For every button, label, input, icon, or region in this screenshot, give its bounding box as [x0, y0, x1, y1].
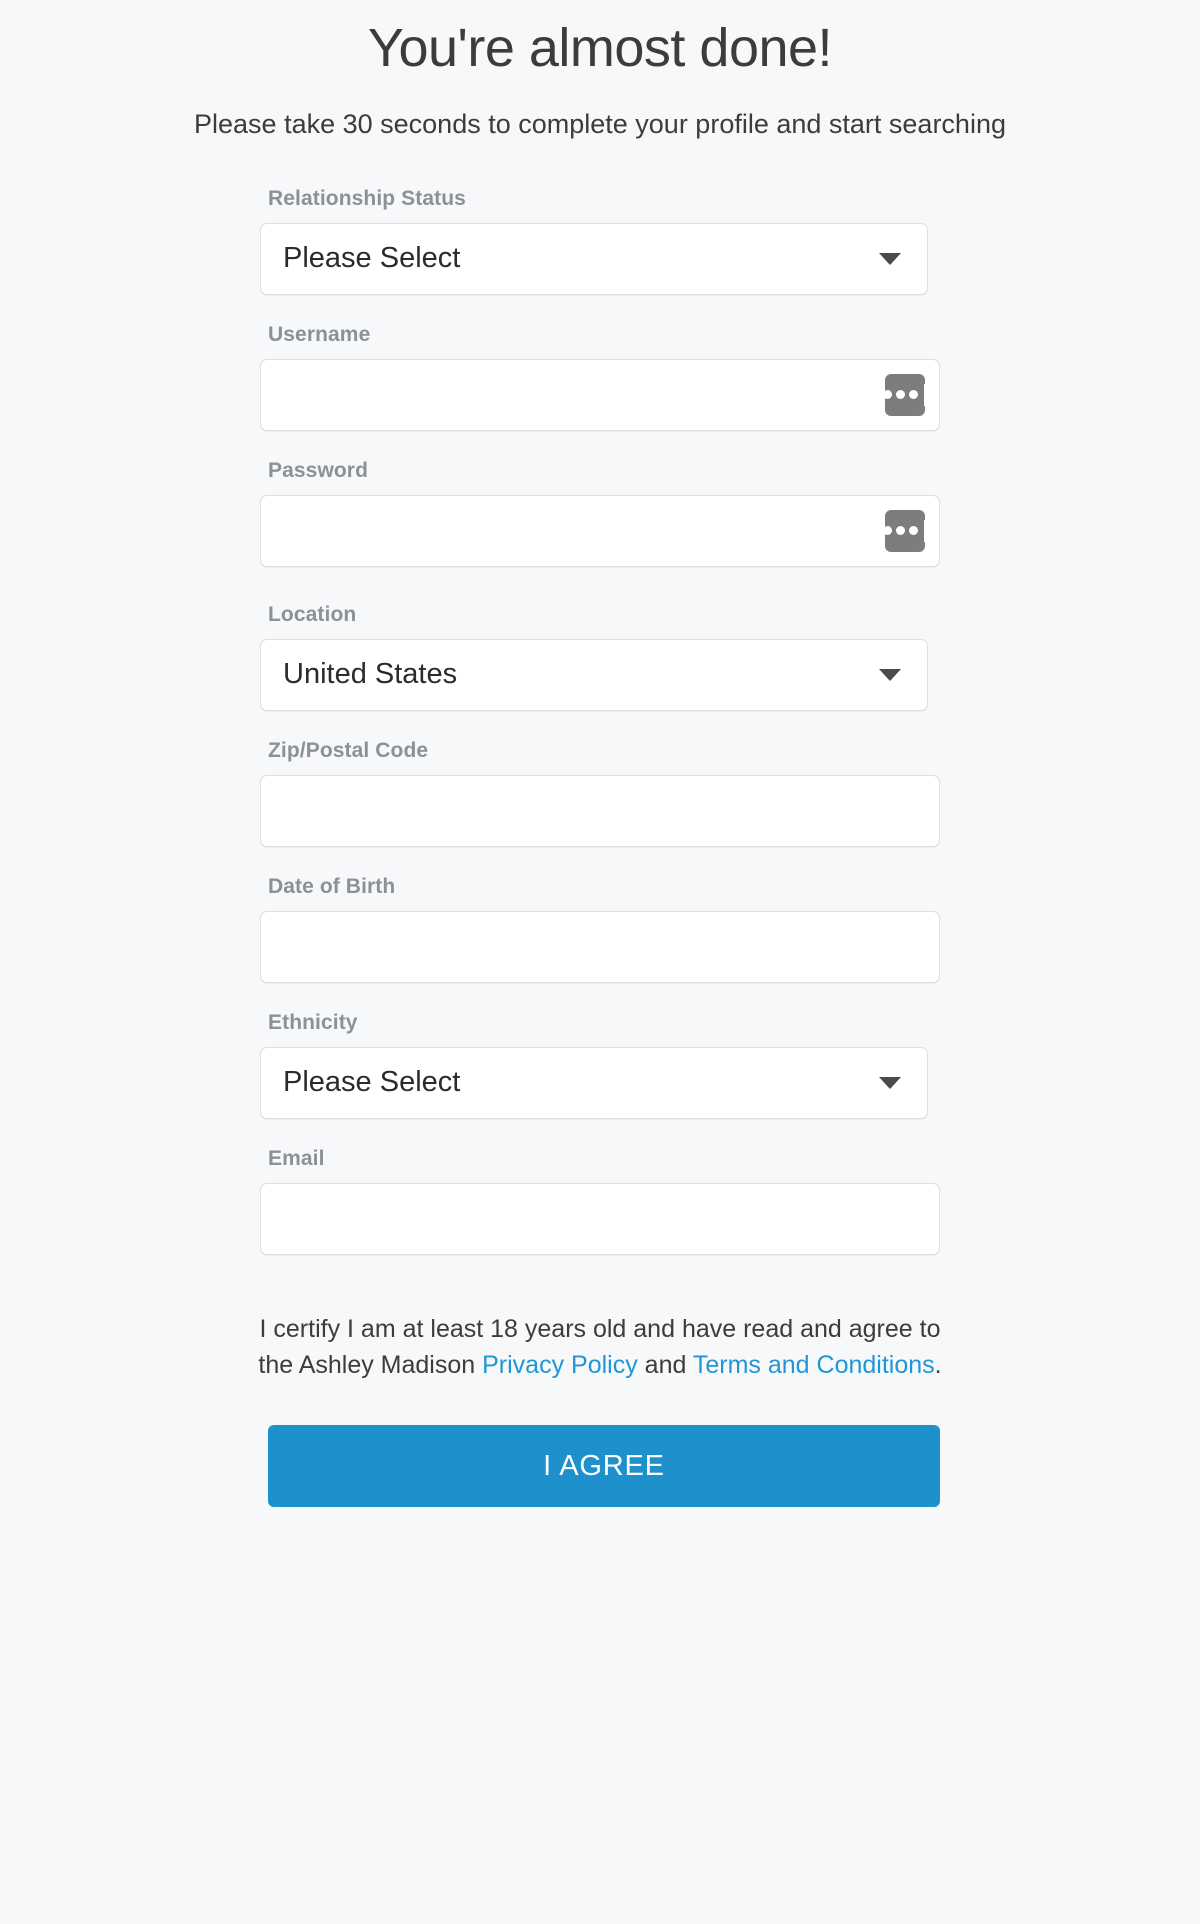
email-field[interactable]: [260, 1183, 940, 1255]
i-agree-button[interactable]: I AGREE: [268, 1425, 940, 1507]
location-value: United States: [283, 660, 457, 689]
control-wrap-username: [260, 359, 940, 431]
control-wrap-email: [260, 1183, 940, 1255]
dot-2: [896, 526, 905, 535]
ethnicity-value: Please Select: [283, 1068, 460, 1097]
chevron-down-icon: [879, 1077, 901, 1089]
location-select[interactable]: United States: [260, 639, 928, 711]
zip-postal-code-input[interactable]: [260, 775, 940, 847]
dot-1: [883, 390, 892, 399]
username-input[interactable]: [260, 359, 940, 431]
label-relationship-status: Relationship Status: [260, 187, 940, 211]
field-group-relationship-status: Relationship Status Please Select: [260, 187, 940, 295]
dot-3: [909, 390, 918, 399]
field-group-location: Location United States: [260, 603, 940, 711]
text-cursor-bar: [924, 384, 927, 406]
chevron-down-icon: [879, 253, 901, 265]
dot-3: [909, 526, 918, 535]
control-wrap-relationship-status: Please Select: [260, 223, 940, 295]
legal-text-part-2: and: [638, 1351, 693, 1379]
password-input[interactable]: [260, 495, 940, 567]
field-group-zip-postal-code: Zip/Postal Code: [260, 739, 940, 847]
terms-and-conditions-link[interactable]: Terms and Conditions: [693, 1351, 935, 1379]
dots-hint-icon[interactable]: [885, 510, 925, 552]
page-header: You're almost done! Please take 30 secon…: [0, 0, 1200, 142]
dots-hint-icon[interactable]: [885, 374, 925, 416]
label-location: Location: [260, 603, 940, 627]
label-zip-postal-code: Zip/Postal Code: [260, 739, 940, 763]
ethnicity-select[interactable]: Please Select: [260, 1047, 928, 1119]
text-cursor-bar: [924, 520, 927, 542]
label-email: Email: [260, 1147, 940, 1171]
legal-consent-text: I certify I am at least 18 years old and…: [250, 1311, 950, 1384]
profile-form: Relationship Status Please Select Userna…: [260, 187, 940, 1255]
page-subtitle: Please take 30 seconds to complete your …: [0, 107, 1200, 142]
label-password: Password: [260, 459, 940, 483]
control-wrap-location: United States: [260, 639, 940, 711]
control-wrap-ethnicity: Please Select: [260, 1047, 940, 1119]
legal-text-part-3: .: [935, 1351, 942, 1379]
control-wrap-date-of-birth: [260, 911, 940, 983]
date-of-birth-input[interactable]: [260, 911, 940, 983]
control-wrap-password: [260, 495, 940, 567]
dot-1: [883, 526, 892, 535]
submit-area: I AGREE: [260, 1425, 940, 1507]
label-ethnicity: Ethnicity: [260, 1011, 940, 1035]
field-group-email: Email: [260, 1147, 940, 1255]
field-group-username: Username: [260, 323, 940, 431]
relationship-status-select[interactable]: Please Select: [260, 223, 928, 295]
signup-profile-page: You're almost done! Please take 30 secon…: [0, 0, 1200, 1924]
field-group-password: Password: [260, 459, 940, 567]
label-username: Username: [260, 323, 940, 347]
label-date-of-birth: Date of Birth: [260, 875, 940, 899]
control-wrap-zip-postal-code: [260, 775, 940, 847]
field-group-date-of-birth: Date of Birth: [260, 875, 940, 983]
privacy-policy-link[interactable]: Privacy Policy: [482, 1351, 638, 1379]
chevron-down-icon: [879, 669, 901, 681]
field-group-ethnicity: Ethnicity Please Select: [260, 1011, 940, 1119]
dot-2: [896, 390, 905, 399]
relationship-status-value: Please Select: [283, 244, 460, 273]
page-title: You're almost done!: [0, 16, 1200, 81]
